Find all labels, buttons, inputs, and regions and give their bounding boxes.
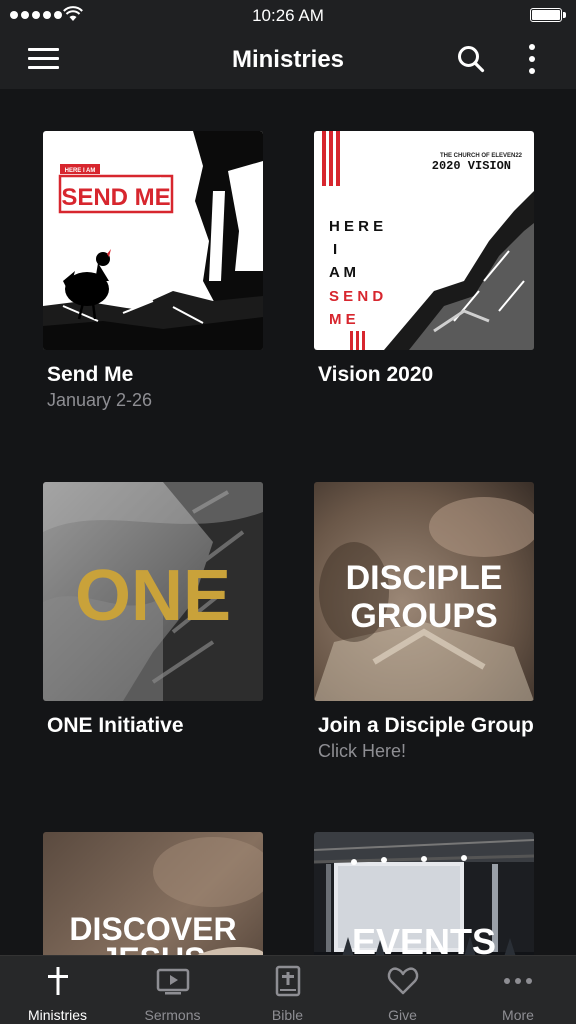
cross-icon xyxy=(47,967,68,995)
heart-icon xyxy=(387,967,418,995)
ministry-thumbnail: DISCIPLE GROUPS xyxy=(314,482,534,701)
tab-label: Sermons xyxy=(144,1007,201,1023)
tab-ministries[interactable]: Ministries xyxy=(0,956,115,1024)
ministry-title: Join a Disciple Group xyxy=(318,714,534,737)
status-time: 10:26 AM xyxy=(252,6,324,25)
ministry-thumbnail: DISCOVER JESUS xyxy=(43,832,263,955)
one-art-word: ONE xyxy=(75,556,231,636)
bottom-tab-bar: Ministries Sermons Bible Give More xyxy=(0,955,576,1024)
vision-art-line-2: I xyxy=(333,241,337,258)
navigation-bar: Ministries xyxy=(0,30,576,89)
tab-more[interactable]: More xyxy=(460,956,576,1024)
more-options-icon[interactable] xyxy=(528,44,536,74)
ellipsis-icon xyxy=(504,978,532,984)
ministry-subtitle: Click Here! xyxy=(318,741,407,761)
ministry-thumbnail: THE CHURCH OF ELEVEN22 2020 VISION H E R… xyxy=(314,131,534,350)
ministry-card-one-initiative[interactable]: ONE ONE Initiative xyxy=(43,482,263,739)
tab-give[interactable]: Give xyxy=(345,956,460,1024)
ministry-subtitle: January 2-26 xyxy=(47,390,153,410)
status-bar: 10:26 AM xyxy=(0,0,576,30)
ministry-card-disciple-groups[interactable]: DISCIPLE GROUPS Join a Disciple Group Cl… xyxy=(314,482,534,763)
page-title: Ministries xyxy=(231,46,345,73)
events-art-word: EVENTS xyxy=(352,921,496,955)
ministry-thumbnail: HERE I AM SEND ME xyxy=(43,131,263,350)
vision-art-line-1: H E R E xyxy=(329,218,383,235)
bible-icon xyxy=(275,965,300,997)
ministry-thumbnail: ONE xyxy=(43,482,263,701)
tab-label: Bible xyxy=(271,1007,304,1023)
tab-label: Give xyxy=(388,1007,417,1023)
ministry-title: ONE Initiative xyxy=(47,714,184,737)
ministry-title: Send Me xyxy=(47,363,134,386)
ministry-thumbnail: EVENTS xyxy=(314,832,534,955)
tv-play-icon xyxy=(156,968,189,995)
battery-icon xyxy=(530,8,566,22)
ministry-card-discover-jesus[interactable]: DISCOVER JESUS xyxy=(43,832,263,955)
disciple-art-line-2: GROUPS xyxy=(350,597,497,635)
ministry-card-send-me[interactable]: HERE I AM SEND ME Send Me January 2-26 xyxy=(43,131,263,412)
vision-art-line-3: A M xyxy=(329,264,356,281)
tab-sermons[interactable]: Sermons xyxy=(115,956,230,1024)
discover-art-line-2: JESUS xyxy=(101,941,206,955)
ministries-grid: HERE I AM SEND ME Send Me January 2-26 T… xyxy=(0,89,576,955)
send-me-art-title: SEND ME xyxy=(61,184,170,211)
vision-art-line-4: S E N D xyxy=(329,288,383,305)
send-me-art-tagline: HERE I AM xyxy=(65,168,96,174)
tab-label: Ministries xyxy=(27,1007,88,1023)
vision-art-heading: 2020 VISION xyxy=(432,159,511,173)
search-icon[interactable] xyxy=(457,45,485,73)
ministry-card-events[interactable]: EVENTS xyxy=(314,832,534,955)
ministry-card-vision-2020[interactable]: THE CHURCH OF ELEVEN22 2020 VISION H E R… xyxy=(314,131,534,388)
tab-label: More xyxy=(502,1007,534,1023)
disciple-art-line-1: DISCIPLE xyxy=(346,559,503,597)
vision-art-line-5: M E xyxy=(329,311,356,328)
ministry-title: Vision 2020 xyxy=(318,363,434,386)
tab-bible[interactable]: Bible xyxy=(230,956,345,1024)
